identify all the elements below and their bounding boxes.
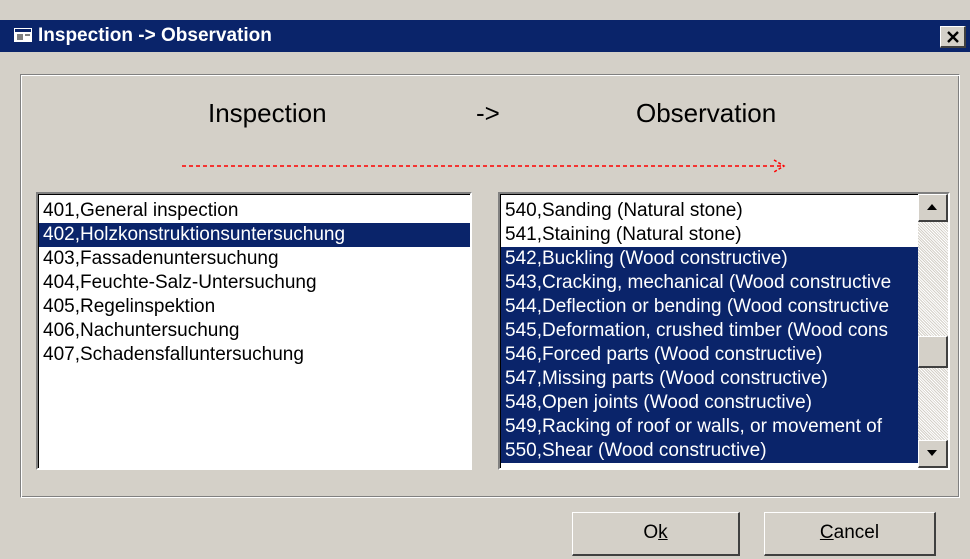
observation-list-item[interactable]: 547,Missing parts (Wood constructive): [501, 367, 918, 391]
cancel-label-post: ancel: [833, 522, 880, 543]
inspection-list-item[interactable]: 405,Regelinspektion: [39, 295, 470, 319]
observation-list-item[interactable]: 545,Deformation, crushed timber (Wood co…: [501, 319, 918, 343]
scroll-down-button[interactable]: [918, 440, 948, 468]
observation-heading: Observation: [636, 98, 777, 128]
ok-button[interactable]: Ok: [572, 512, 740, 556]
window-title: Inspection -> Observation: [38, 25, 272, 46]
inspection-heading: Inspection: [208, 98, 327, 128]
observation-list-item[interactable]: 550,Shear (Wood constructive): [501, 439, 918, 463]
observation-scrollbar[interactable]: [918, 194, 948, 468]
inspection-list-item[interactable]: 407,Schadensfalluntersuchung: [39, 343, 470, 367]
inspection-list-item[interactable]: 403,Fassadenuntersuchung: [39, 247, 470, 271]
arrow-down-icon: [927, 450, 937, 456]
arrow-up-icon: [927, 204, 937, 210]
scroll-thumb[interactable]: [918, 336, 948, 368]
window-icon: [14, 28, 32, 42]
dashed-arrow-icon: [182, 159, 786, 173]
observation-list-item[interactable]: 549,Racking of roof or walls, or movemen…: [501, 415, 918, 439]
close-button[interactable]: [940, 26, 966, 48]
ok-label-pre: O: [643, 522, 659, 543]
observation-list-item[interactable]: 548,Open joints (Wood constructive): [501, 391, 918, 415]
observation-list-item[interactable]: 541,Staining (Natural stone): [501, 223, 918, 247]
close-icon: [946, 31, 959, 43]
inspection-list-item[interactable]: 401,General inspection: [39, 199, 470, 223]
observation-list-item[interactable]: 543,Cracking, mechanical (Wood construct…: [501, 271, 918, 295]
observation-listbox[interactable]: 540,Sanding (Natural stone) 541,Staining …: [498, 192, 950, 470]
cancel-button[interactable]: Cancel: [764, 512, 936, 556]
inspection-list-item[interactable]: 404,Feuchte-Salz-Untersuchung: [39, 271, 470, 295]
inspection-listbox[interactable]: 401,General inspection 402,Holzkonstrukti…: [36, 192, 472, 470]
arrow-heading: ->: [476, 98, 500, 128]
inspection-list-item[interactable]: 402,Holzkonstruktionsuntersuchung: [39, 223, 470, 247]
dialog-window: Inspection -> Observation Inspection -> …: [0, 0, 970, 559]
scroll-up-button[interactable]: [918, 194, 948, 222]
inspection-list-item[interactable]: 406,Nachuntersuchung: [39, 319, 470, 343]
observation-list-item[interactable]: 540,Sanding (Natural stone): [501, 199, 918, 223]
ok-label-accel: k: [658, 522, 668, 543]
cancel-label-accel: C: [819, 522, 834, 543]
observation-list-item[interactable]: 544,Deflection or bending (Wood construc…: [501, 295, 918, 319]
observation-list-item[interactable]: 546,Forced parts (Wood constructive): [501, 343, 918, 367]
observation-list-item[interactable]: 542,Buckling (Wood constructive): [501, 247, 918, 271]
